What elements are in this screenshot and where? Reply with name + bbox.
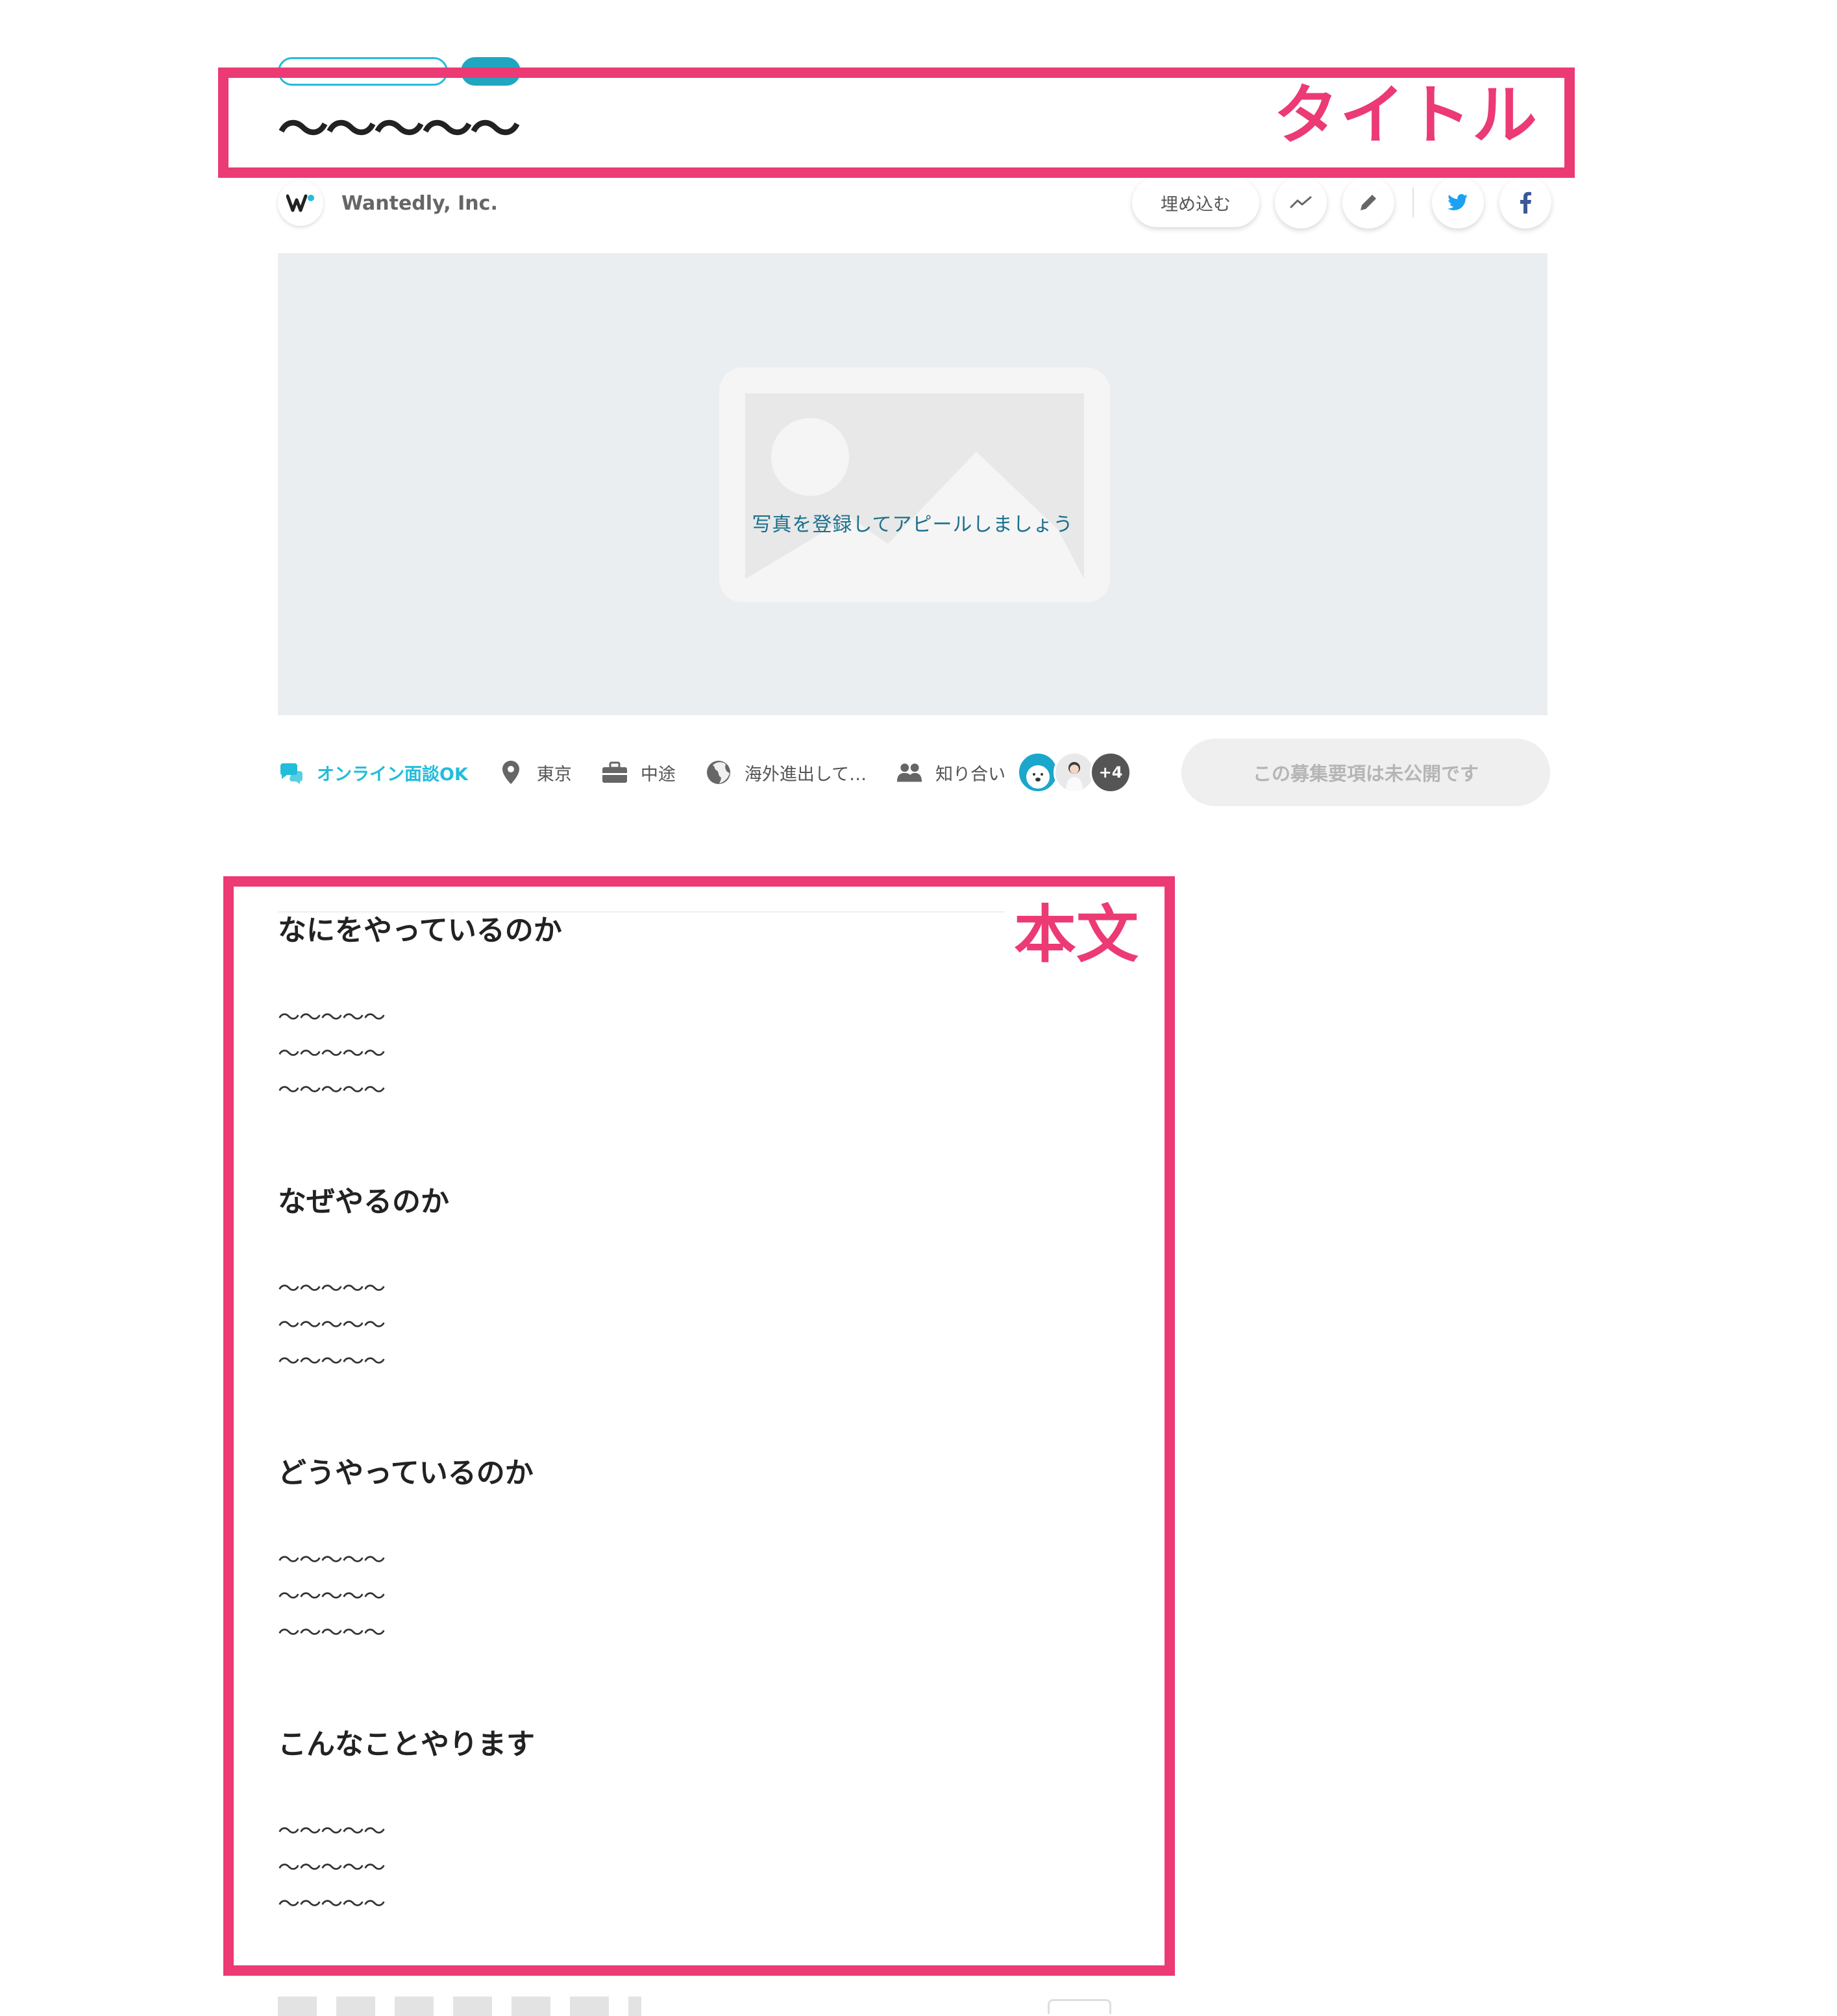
section-why: なぜやるのか 〜〜〜〜〜 〜〜〜〜〜 〜〜〜〜〜 xyxy=(278,1183,1005,1454)
pencil-icon xyxy=(1361,195,1376,210)
post-actions: 埋め込む xyxy=(1132,177,1551,228)
employment-type-item: 中途 xyxy=(602,759,676,785)
company-row: Wantedly, Inc. xyxy=(278,179,498,227)
trend-line-icon xyxy=(1290,196,1312,208)
acquaintances-label: 知り合い xyxy=(935,764,1006,785)
avatar[interactable] xyxy=(1017,752,1059,793)
post-body: なにをやっているのか 〜〜〜〜〜 〜〜〜〜〜 〜〜〜〜〜 なぜやるのか 〜〜〜〜… xyxy=(278,911,1005,1997)
section-line: 〜〜〜〜〜 xyxy=(278,1312,386,1338)
status-tag xyxy=(461,57,521,86)
online-interview-label: オンライン面談OK xyxy=(317,764,468,785)
post-title: 〜〜〜〜〜 xyxy=(278,101,521,159)
section-line: 〜〜〜〜〜 xyxy=(278,1620,386,1646)
section-line: 〜〜〜〜〜 xyxy=(278,1276,386,1302)
section-line: 〜〜〜〜〜 xyxy=(278,1584,386,1610)
online-interview-badge: オンライン面談OK xyxy=(278,759,468,785)
overseas-label: 海外進出して… xyxy=(744,764,867,785)
section-title: どうやっているのか xyxy=(278,1457,534,1490)
edit-button[interactable] xyxy=(1342,177,1394,228)
company-name[interactable]: Wantedly, Inc. xyxy=(341,192,498,215)
avatar[interactable] xyxy=(1054,752,1096,793)
twitter-icon xyxy=(1448,194,1468,210)
location-label: 東京 xyxy=(536,764,572,785)
wantedly-logo-icon[interactable] xyxy=(278,180,323,226)
body-annotation-label: 本文 xyxy=(1014,898,1139,971)
location-pin-icon xyxy=(498,759,524,785)
post-tags xyxy=(278,56,521,87)
next-section-peek xyxy=(278,1997,641,2016)
people-icon xyxy=(896,759,922,785)
acquaintances-item[interactable]: 知り合い xyxy=(896,759,1005,785)
category-tag xyxy=(278,57,448,86)
section-line: 〜〜〜〜〜 xyxy=(278,1819,386,1845)
facebook-share-button[interactable] xyxy=(1499,177,1551,228)
section-line: 〜〜〜〜〜 xyxy=(278,1077,386,1103)
embed-button[interactable]: 埋め込む xyxy=(1132,178,1259,227)
acquaintance-avatars[interactable]: +4 xyxy=(1017,752,1132,793)
section-line: 〜〜〜〜〜 xyxy=(278,1349,386,1375)
actions-divider xyxy=(1412,188,1414,217)
next-section-button-peek xyxy=(1048,1999,1111,2014)
unpublished-status-button[interactable]: この募集要項は未公開です xyxy=(1181,739,1550,806)
section-title: なにをやっているのか xyxy=(278,914,562,947)
section-how: どうやっているのか 〜〜〜〜〜 〜〜〜〜〜 〜〜〜〜〜 xyxy=(278,1454,1005,1725)
more-acquaintances-count[interactable]: +4 xyxy=(1090,752,1132,793)
section-line: 〜〜〜〜〜 xyxy=(278,1005,386,1031)
section-title: こんなことやります xyxy=(278,1728,535,1761)
image-placeholder-icon xyxy=(719,367,1110,602)
title-annotation-label: タイトル xyxy=(1274,77,1538,153)
chat-bubble-icon xyxy=(278,759,304,785)
section-title: なぜやるのか xyxy=(278,1185,449,1218)
employment-type-label: 中途 xyxy=(640,764,676,785)
twitter-share-button[interactable] xyxy=(1432,177,1484,228)
location-item: 東京 xyxy=(498,759,572,785)
briefcase-icon xyxy=(602,759,628,785)
section-what: なにをやっているのか 〜〜〜〜〜 〜〜〜〜〜 〜〜〜〜〜 xyxy=(278,911,1005,1183)
section-todo: こんなことやります 〜〜〜〜〜 〜〜〜〜〜 〜〜〜〜〜 xyxy=(278,1725,1005,1997)
section-line: 〜〜〜〜〜 xyxy=(278,1041,386,1067)
section-line: 〜〜〜〜〜 xyxy=(278,1891,386,1917)
analytics-button[interactable] xyxy=(1275,177,1327,228)
overseas-item: 海外進出して… xyxy=(706,759,867,785)
job-meta-row: オンライン面談OK 東京 中途 海外進出して… 知り合い +4 xyxy=(278,746,1132,798)
cover-image-placeholder[interactable]: 写真を登録してアピールしましょう xyxy=(278,253,1547,715)
section-line: 〜〜〜〜〜 xyxy=(278,1547,386,1573)
section-line: 〜〜〜〜〜 xyxy=(278,1855,386,1881)
globe-icon xyxy=(706,759,732,785)
facebook-icon xyxy=(1520,191,1531,214)
cover-placeholder-text: 写真を登録してアピールしましょう xyxy=(752,513,1074,536)
